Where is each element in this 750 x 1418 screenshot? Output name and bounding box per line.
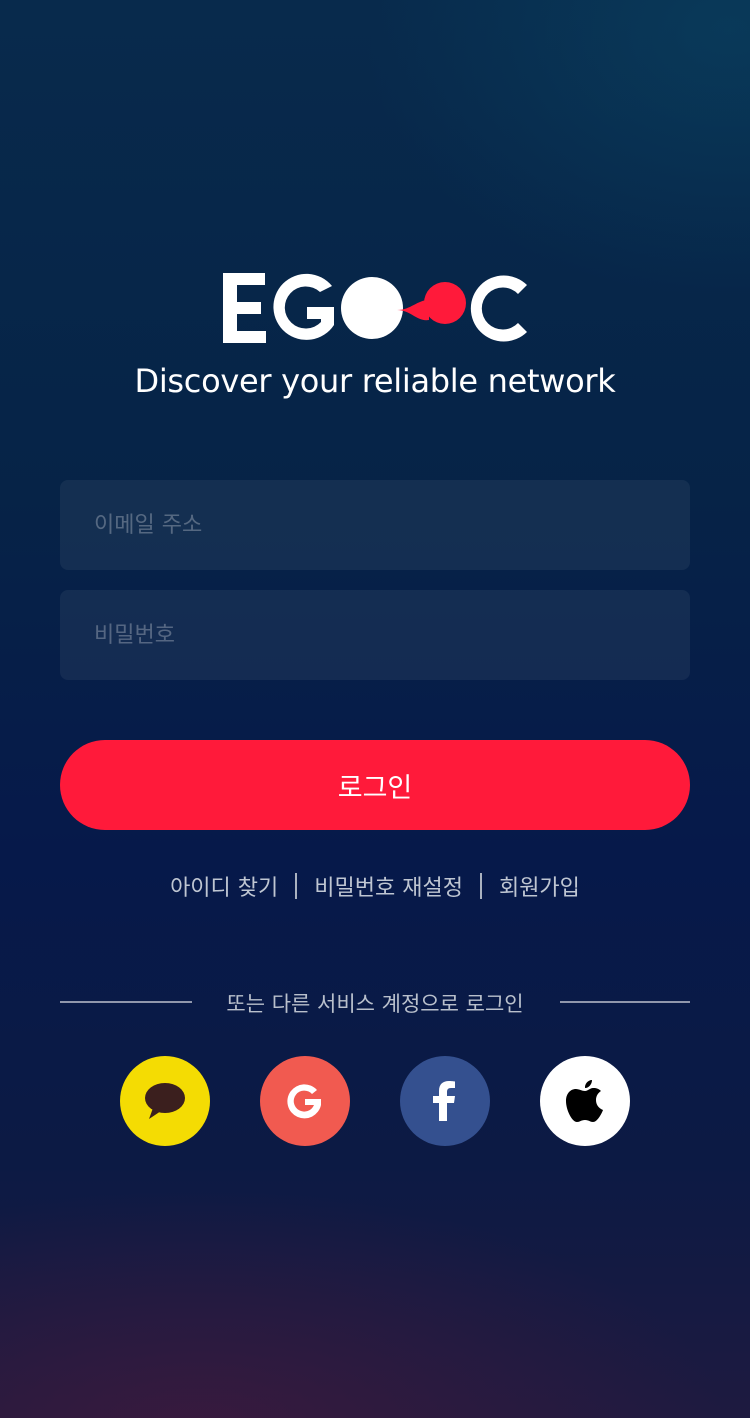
find-id-link[interactable]: 아이디 찾기 [170,870,278,902]
login-button[interactable]: 로그인 [60,740,690,830]
kakao-login-button[interactable] [120,1056,210,1146]
facebook-login-button[interactable] [400,1056,490,1146]
tagline: Discover your reliable network [134,362,616,400]
link-separator [479,873,482,899]
apple-login-button[interactable] [540,1056,630,1146]
link-separator [295,873,298,899]
email-input[interactable] [60,480,690,570]
google-g-icon [287,1084,321,1119]
sign-up-link[interactable]: 회원가입 [499,870,580,902]
account-links: 아이디 찾기 비밀번호 재설정 회원가입 [0,868,750,904]
google-login-button[interactable] [260,1056,350,1146]
social-login-divider-text: 또는 다른 서비스 계정으로 로그인 [226,992,524,1016]
apple-icon [566,1080,603,1122]
chat-bubble-icon [145,1083,185,1119]
facebook-f-icon [433,1081,455,1121]
egooc-logo [223,273,527,343]
password-input[interactable] [60,590,690,680]
divider-line-right [560,1001,690,1003]
login-screen: Discover your reliable network 로그인 아이디 찾… [0,0,750,1418]
reset-password-link[interactable]: 비밀번호 재설정 [314,870,463,902]
